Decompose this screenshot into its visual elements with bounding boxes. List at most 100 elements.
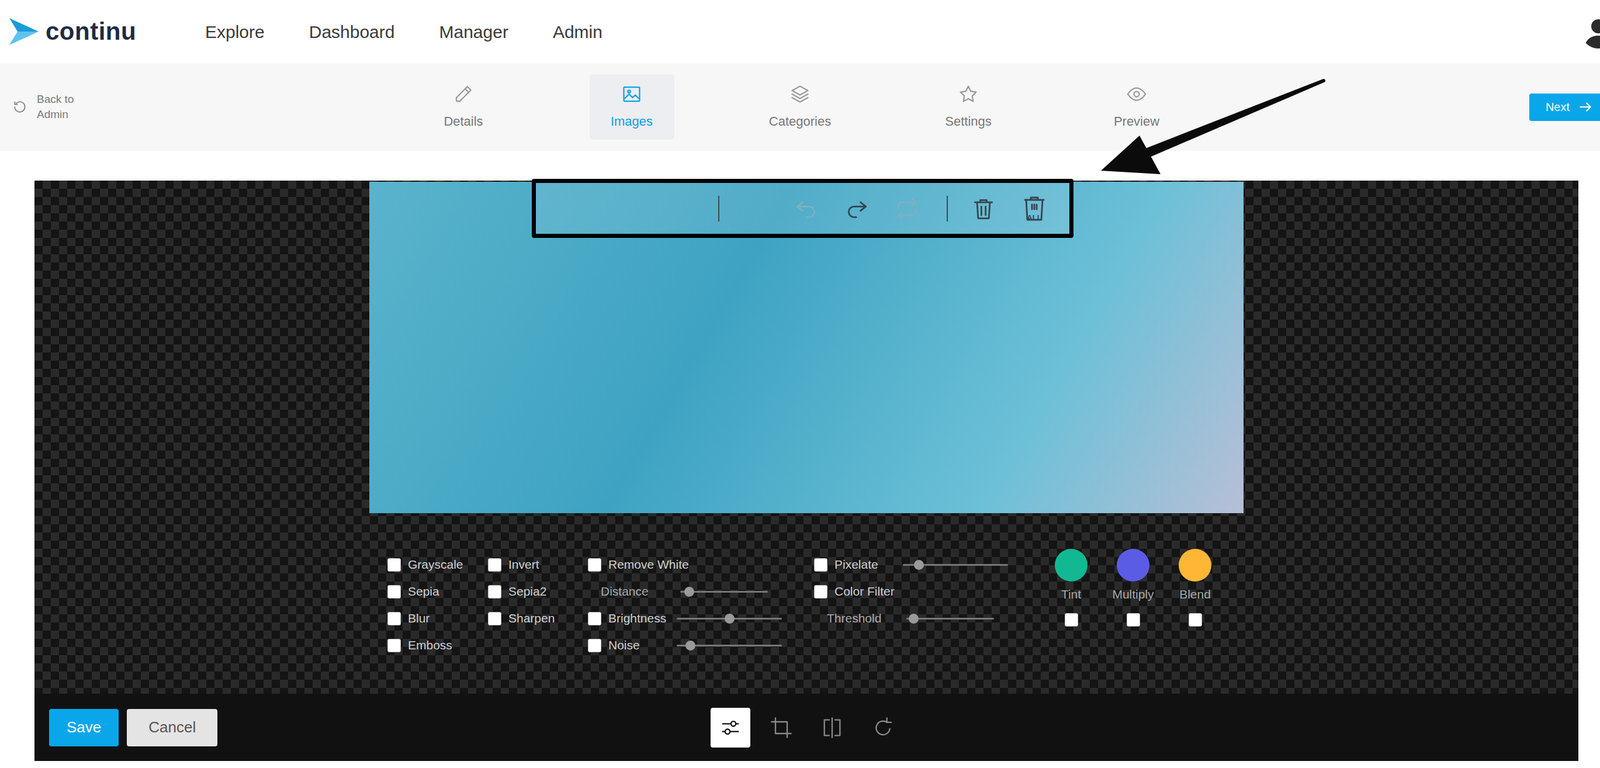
- save-label: Save: [66, 718, 102, 736]
- footer-buttons: Save Cancel: [34, 708, 711, 747]
- next-button[interactable]: Next: [1529, 93, 1600, 121]
- filter-row: Sepia2: [487, 577, 588, 605]
- logo-text[interactable]: continu: [45, 19, 137, 44]
- filter-slider[interactable]: [676, 644, 782, 647]
- mode-button[interactable]: [710, 707, 751, 748]
- spacer: [0, 150, 1600, 181]
- filter-checkbox[interactable]: [387, 558, 401, 572]
- delete-all-button[interactable]: ALL: [1021, 194, 1048, 224]
- nav-link[interactable]: Explore: [205, 18, 265, 45]
- filter-checkbox[interactable]: [387, 584, 401, 599]
- mode-button[interactable]: [761, 707, 802, 748]
- slider-knob[interactable]: [684, 586, 695, 597]
- nav-link[interactable]: Manager: [438, 18, 508, 45]
- nav-link[interactable]: Admin: [552, 18, 603, 45]
- filter-row: Color Filter: [814, 577, 1048, 605]
- filter-checkbox[interactable]: [814, 558, 828, 572]
- mode-button[interactable]: [812, 707, 853, 748]
- filter-column: Invert Sepia2 Sharpen: [487, 551, 588, 659]
- filter-checkbox[interactable]: [814, 584, 828, 599]
- filter-label: Noise: [608, 635, 670, 655]
- slider-knob[interactable]: [724, 613, 735, 624]
- mode-button[interactable]: [863, 707, 903, 748]
- filter-checkbox[interactable]: [587, 638, 602, 653]
- filter-checkbox[interactable]: [587, 611, 602, 626]
- pencil-icon: [452, 83, 474, 105]
- edit-toolbar: ALL: [531, 178, 1074, 238]
- filter-checkbox[interactable]: [487, 584, 502, 599]
- filter-checkbox[interactable]: [487, 558, 502, 572]
- filter-checkbox[interactable]: [1188, 613, 1203, 627]
- save-button[interactable]: Save: [49, 708, 119, 747]
- filter-slider[interactable]: [906, 617, 995, 620]
- filter-row: Invert: [487, 551, 588, 578]
- filter-label: Color Filter: [834, 582, 895, 601]
- flip-icon: [820, 715, 844, 740]
- slider-knob[interactable]: [685, 640, 696, 651]
- next-label: Next: [1545, 98, 1570, 116]
- back-label-line: Back to: [36, 91, 74, 107]
- logo[interactable]: continu: [8, 15, 206, 48]
- toolbar-separator: [718, 195, 720, 222]
- redo-icon[interactable]: [844, 195, 871, 222]
- step-tab[interactable]: Categories: [757, 74, 843, 140]
- filter-label: Sepia2: [508, 582, 547, 601]
- blend-options: TintMultiplyBlend: [1047, 548, 1219, 659]
- filter-label: Grayscale: [407, 555, 464, 574]
- trash-icon[interactable]: [970, 195, 997, 222]
- filter-row: Brightness: [587, 604, 815, 632]
- star-icon: [957, 83, 979, 105]
- next-wrap: Next: [1179, 93, 1600, 121]
- cancel-button[interactable]: Cancel: [126, 708, 218, 747]
- step-tab[interactable]: Images: [589, 74, 675, 140]
- editor-modes: [710, 707, 903, 748]
- filter-row: Sharpen: [487, 604, 588, 632]
- filter-checkbox[interactable]: [1064, 613, 1079, 627]
- filter-column: Remove WhiteDistanceBrightnessNoise: [587, 551, 815, 659]
- blend-swatch[interactable]: [1054, 548, 1088, 582]
- step-tab[interactable]: Details: [421, 74, 507, 140]
- filter-label: Invert: [508, 555, 540, 574]
- step-tab-label: Settings: [944, 111, 992, 131]
- nav-link[interactable]: Dashboard: [309, 18, 396, 45]
- filter-label: Blur: [407, 608, 430, 628]
- filter-row: Pixelate: [814, 551, 1048, 578]
- blend-label: Multiply: [1112, 584, 1154, 604]
- eye-icon: [1126, 83, 1148, 105]
- page: {"header": {"logo": "continu", "nav": [{…: [0, 0, 1600, 768]
- step-tab-label: Details: [443, 111, 483, 131]
- filter-checkbox[interactable]: [387, 638, 401, 653]
- filter-checkbox[interactable]: [587, 558, 602, 572]
- filter-row: Blur: [387, 604, 488, 632]
- reset-icon: [894, 195, 920, 222]
- blend-swatch[interactable]: [1116, 548, 1150, 582]
- filter-slider[interactable]: [676, 617, 782, 620]
- filter-panel: GrayscaleSepiaBlurEmbossInvertSepia2Shar…: [369, 551, 1244, 659]
- step-tab[interactable]: Settings: [926, 74, 1011, 140]
- adjust-icon: [718, 715, 743, 740]
- top-nav: continu Explore Dashboard Manager Admin: [0, 0, 1600, 64]
- filter-slider[interactable]: [902, 563, 1009, 566]
- slider-knob[interactable]: [913, 559, 924, 570]
- blend-label: Blend: [1179, 584, 1211, 604]
- blend-swatch[interactable]: [1178, 548, 1212, 582]
- filter-row: Sepia: [387, 577, 488, 605]
- editor-steps-bar: Back toAdmin Details Images Categories Setti…: [0, 63, 1600, 151]
- cancel-label: Cancel: [148, 718, 196, 736]
- step-tab[interactable]: Preview: [1094, 74, 1180, 140]
- back-to-admin[interactable]: Back toAdmin: [0, 91, 422, 123]
- user-icon: [1581, 14, 1600, 49]
- filter-label: Brightness: [608, 608, 670, 628]
- toolbar-separator: [946, 195, 948, 222]
- filter-checkbox[interactable]: [1126, 613, 1141, 627]
- user-avatar[interactable]: [1581, 14, 1600, 49]
- blend-option: Multiply: [1109, 548, 1157, 659]
- filter-row: Grayscale: [387, 551, 488, 578]
- image-icon: [621, 83, 643, 105]
- filter-checkbox[interactable]: [387, 611, 401, 626]
- slider-knob[interactable]: [908, 613, 919, 624]
- filter-slider[interactable]: [680, 590, 768, 593]
- annotation-arrow: [0, 0, 1600, 768]
- balloons-photo: ALL: [369, 181, 1244, 514]
- filter-checkbox[interactable]: [487, 611, 502, 626]
